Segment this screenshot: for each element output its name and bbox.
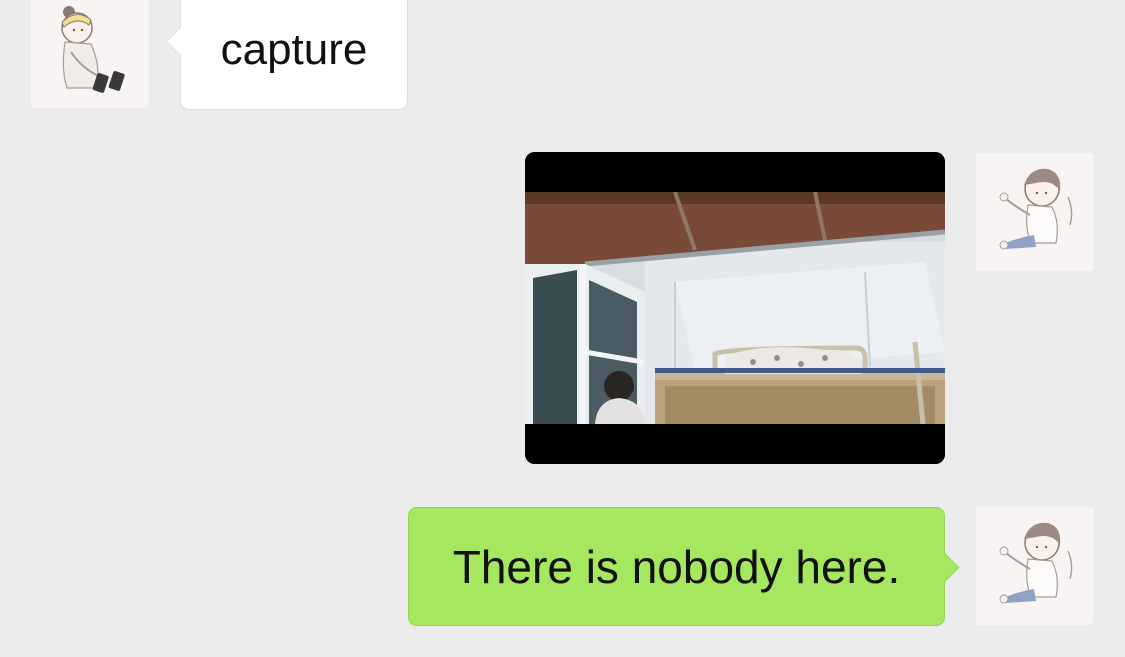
video-thumbnail-icon [525,152,945,464]
girl-avatar-icon [31,0,149,108]
incoming-message-bubble[interactable]: capture [180,0,408,110]
outgoing-message-bubble[interactable]: There is nobody here. [408,507,945,626]
message-text: capture [220,25,368,74]
contact-avatar[interactable] [31,0,149,108]
boy-avatar-icon [976,153,1094,271]
video-message-thumbnail[interactable] [525,152,945,464]
chat-message-list[interactable]: capture There is nobody here. [0,0,1125,657]
my-avatar[interactable] [976,153,1094,271]
message-text: There is nobody here. [452,540,901,593]
boy-avatar-icon [976,507,1094,625]
my-avatar[interactable] [976,507,1094,625]
